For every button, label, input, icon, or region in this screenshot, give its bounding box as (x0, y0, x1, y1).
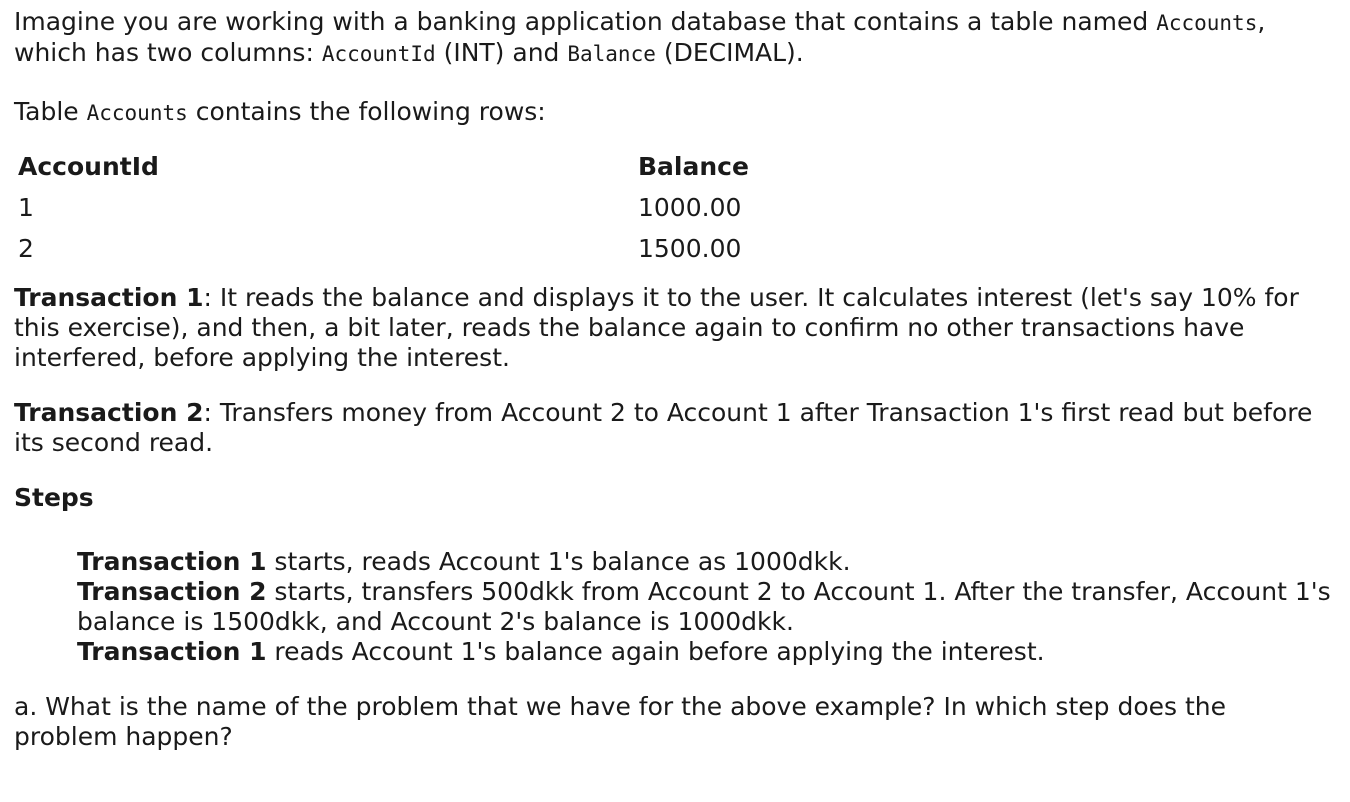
table-cell-accountid: 2 (18, 234, 34, 263)
intro-code-accounts: Accounts (1156, 11, 1258, 35)
intro-code-balance: Balance (567, 42, 656, 66)
table-cell-balance: 1500.00 (638, 234, 742, 263)
step-label: Transaction 2 (77, 577, 267, 606)
table-header-row: AccountId Balance (14, 146, 1334, 187)
intro-text-4: (DECIMAL). (655, 38, 804, 67)
transaction-1-label: Transaction 1 (14, 283, 204, 312)
step-item: Transaction 1 reads Account 1's balance … (77, 637, 1336, 667)
steps-list: Transaction 1 starts, reads Account 1's … (14, 547, 1336, 667)
step-text: starts, transfers 500dkk from Account 2 … (77, 577, 1331, 636)
step-label: Transaction 1 (77, 547, 267, 576)
transaction-1-text: : It reads the balance and displays it t… (14, 283, 1299, 372)
transaction-2-text: : Transfers money from Account 2 to Acco… (14, 398, 1313, 457)
document-page: Imagine you are working with a banking a… (0, 0, 1350, 752)
step-label: Transaction 1 (77, 637, 267, 666)
intro-code-accountid: AccountId (321, 42, 436, 66)
transaction-1-paragraph: Transaction 1: It reads the balance and … (14, 283, 1336, 373)
table-cell-balance: 1000.00 (638, 193, 742, 222)
transaction-2-label: Transaction 2 (14, 398, 204, 427)
table-row: 2 1500.00 (14, 228, 1334, 269)
table-intro-text-2: contains the following rows: (187, 97, 546, 126)
accounts-table: AccountId Balance 1 1000.00 2 1500.00 (14, 146, 1334, 269)
intro-text-3: (INT) and (435, 38, 568, 67)
step-text: reads Account 1's balance again before a… (266, 637, 1045, 666)
table-intro-paragraph: Table Accounts contains the following ro… (14, 97, 1336, 128)
intro-text-1: Imagine you are working with a banking a… (14, 7, 1157, 36)
transaction-2-paragraph: Transaction 2: Transfers money from Acco… (14, 398, 1336, 458)
step-item: Transaction 2 starts, transfers 500dkk f… (77, 577, 1336, 637)
table-cell-accountid: 1 (18, 193, 34, 222)
steps-heading: Steps (14, 483, 94, 512)
step-text: starts, reads Account 1's balance as 100… (266, 547, 851, 576)
column-header-accountid: AccountId (18, 152, 159, 181)
column-header-balance: Balance (638, 152, 749, 181)
intro-paragraph: Imagine you are working with a banking a… (14, 7, 1336, 69)
question-a: a. What is the name of the problem that … (14, 692, 1226, 751)
table-intro-code: Accounts (86, 101, 188, 125)
table-row: 1 1000.00 (14, 187, 1334, 228)
table-intro-text-1: Table (14, 97, 87, 126)
step-item: Transaction 1 starts, reads Account 1's … (77, 547, 1336, 577)
